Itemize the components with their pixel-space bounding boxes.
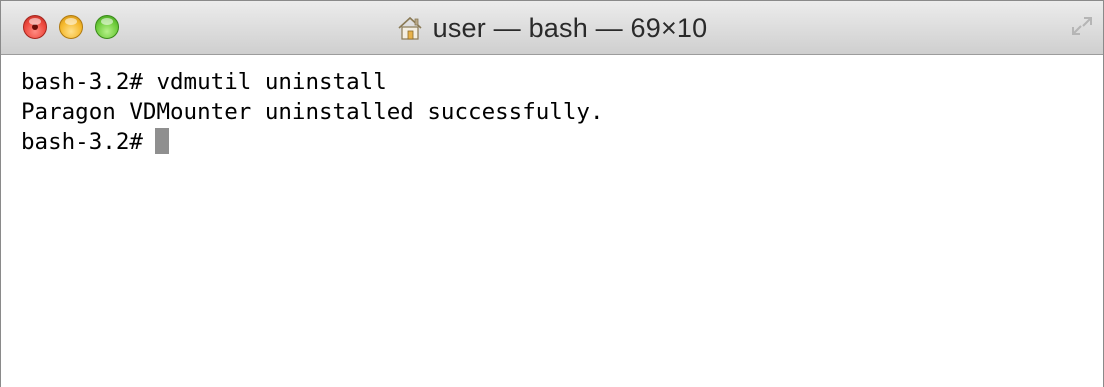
- text-cursor: [154, 128, 169, 154]
- terminal-line: Paragon VDMounter uninstalled successful…: [21, 99, 604, 125]
- terminal-output[interactable]: bash-3.2# vdmutil uninstall Paragon VDMo…: [1, 55, 1103, 387]
- home-icon: [398, 16, 422, 40]
- terminal-prompt-line: bash-3.2#: [21, 127, 1103, 157]
- terminal-window: user — bash — 69×10 bash-3.2# vdmutil un…: [0, 0, 1104, 387]
- terminal-line: bash-3.2# vdmutil uninstall: [21, 69, 387, 95]
- title-bar[interactable]: user — bash — 69×10: [1, 1, 1103, 55]
- resize-icon[interactable]: [1069, 13, 1095, 39]
- window-title-area: user — bash — 69×10: [1, 1, 1103, 55]
- terminal-prompt: bash-3.2#: [21, 129, 143, 155]
- window-title: user — bash — 69×10: [432, 12, 708, 43]
